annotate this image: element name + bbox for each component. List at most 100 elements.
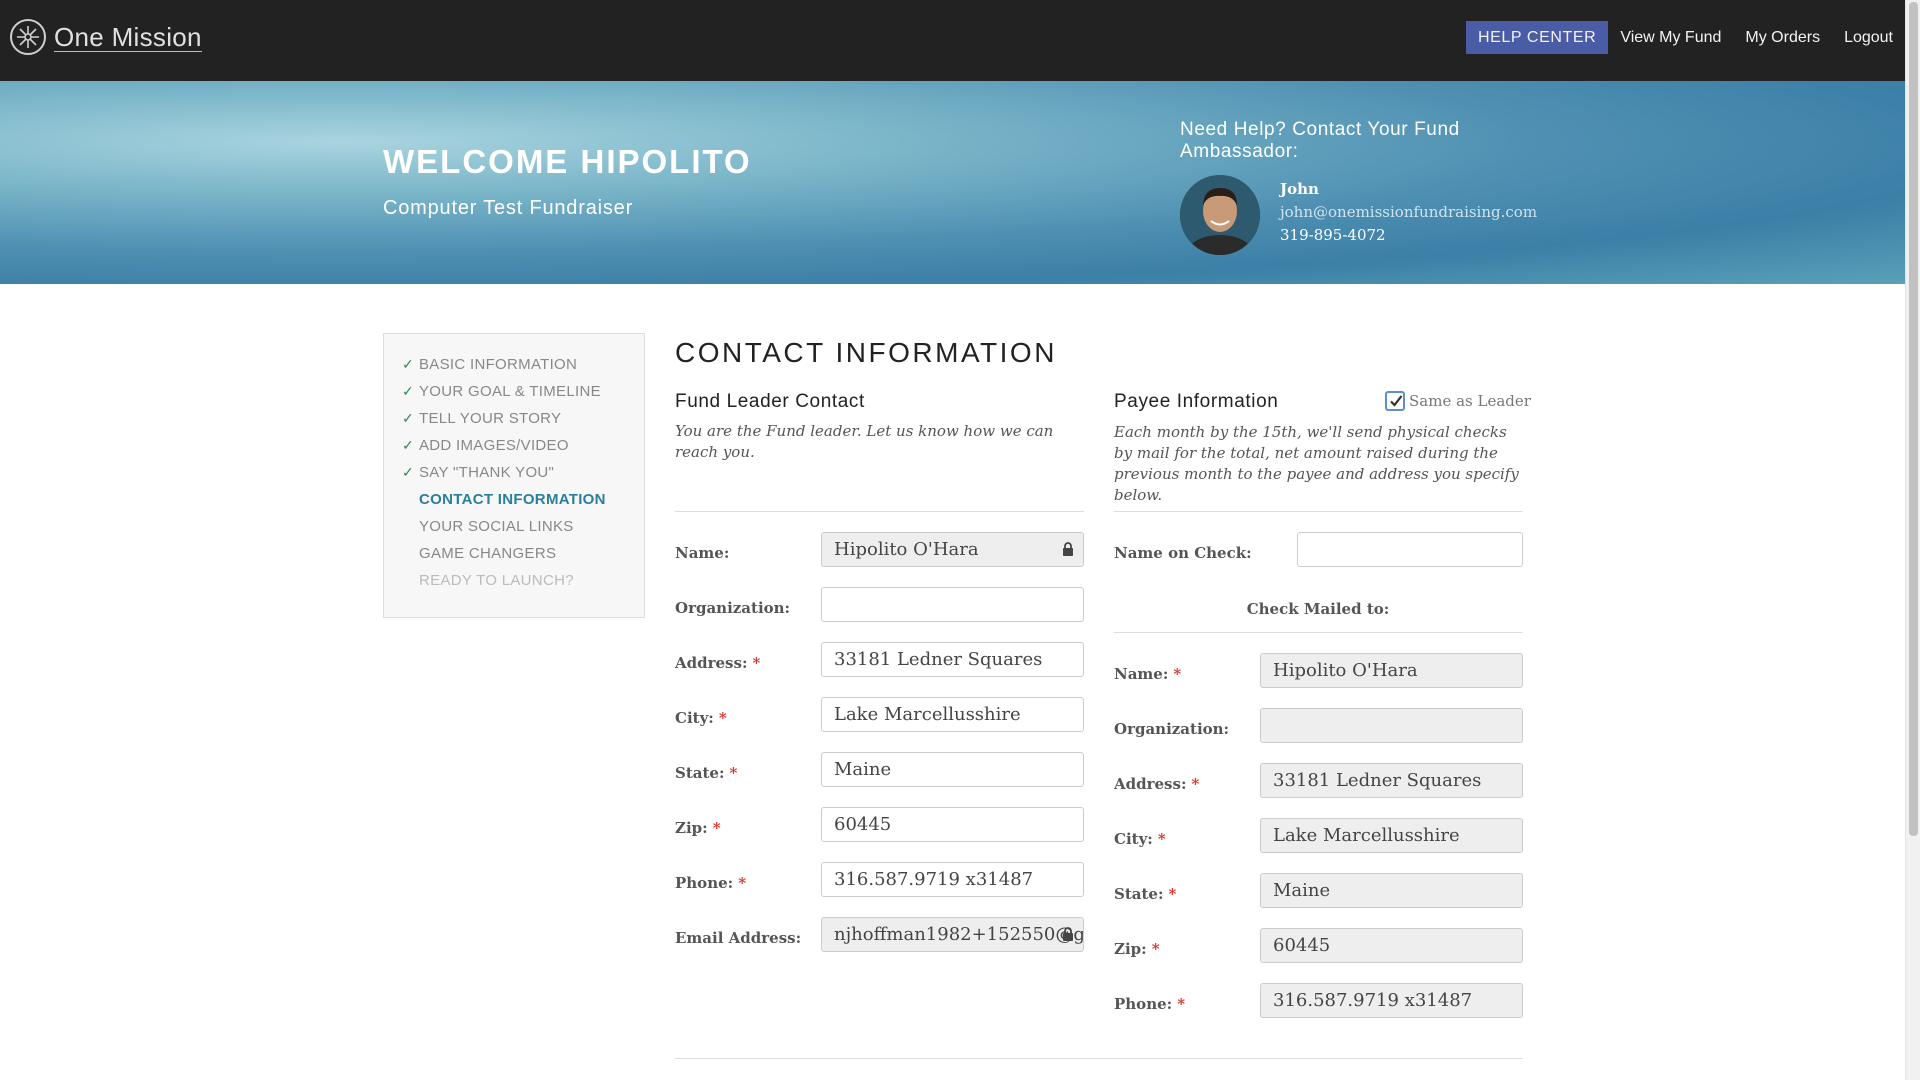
required-marker: * [1157, 830, 1166, 848]
payee-address-label: Address: * [1114, 775, 1200, 793]
payee-city-input[interactable]: Lake Marcellusshire [1260, 818, 1523, 853]
fundraiser-name: Computer Test Fundraiser [383, 197, 634, 219]
step-label: YOUR GOAL & TIMELINE [419, 383, 601, 400]
required-marker: * [1173, 665, 1182, 683]
leader-email-value: njhoffman1982+152550@gmail.com [834, 924, 1084, 945]
step-contact-information[interactable]: CONTACT INFORMATION [384, 491, 644, 518]
step-say-thank-you[interactable]: ✓ SAY "THANK YOU" [384, 464, 644, 491]
name-on-check-label: Name on Check: [1114, 544, 1252, 562]
divider [1114, 511, 1523, 512]
payee-information-title: Payee Information [1114, 391, 1279, 412]
welcome-banner: WELCOME HIPOLITO Computer Test Fundraise… [0, 81, 1905, 284]
help-center-button[interactable]: HELP CENTER [1465, 21, 1609, 54]
leader-address-label: Address: * [675, 654, 761, 672]
leader-zip-input[interactable]: 60445 [821, 807, 1084, 842]
brand-name: One Mission [54, 21, 202, 52]
payee-zip-label: Zip: * [1114, 940, 1160, 958]
step-label: READY TO LAUNCH? [419, 572, 574, 589]
leader-name-value: Hipolito O'Hara [834, 539, 979, 560]
name-on-check-input[interactable] [1297, 532, 1523, 567]
setup-steps-sidebar: ✓ BASIC INFORMATION ✓ YOUR GOAL & TIMELINE… [383, 333, 645, 618]
check-icon: ✓ [402, 464, 415, 480]
required-marker: * [1151, 940, 1160, 958]
payee-name-input[interactable]: Hipolito O'Hara [1260, 653, 1523, 688]
step-game-changers[interactable]: GAME CHANGERS [384, 545, 644, 572]
divider [675, 1058, 1523, 1059]
leader-phone-label: Phone: * [675, 874, 747, 892]
leader-phone-input[interactable]: 316.587.9719 x31487 [821, 862, 1084, 897]
leader-state-select[interactable]: Maine [821, 752, 1084, 787]
leader-city-label: City: * [675, 709, 727, 727]
payee-zip-input[interactable]: 60445 [1260, 928, 1523, 963]
step-label: SAY "THANK YOU" [419, 464, 555, 481]
lock-icon [1063, 927, 1073, 941]
payee-description: Each month by the 15th, we'll send physi… [1114, 423, 1519, 504]
payee-phone-label: Phone: * [1114, 995, 1186, 1013]
same-as-leader-label: Same as Leader [1409, 392, 1531, 410]
required-marker: * [729, 764, 738, 782]
step-ready-to-launch: READY TO LAUNCH? [384, 572, 644, 599]
view-my-fund-link[interactable]: View My Fund [1608, 21, 1733, 54]
step-social-links[interactable]: YOUR SOCIAL LINKS [384, 518, 644, 545]
leader-name-input: Hipolito O'Hara [821, 532, 1084, 567]
divider [675, 511, 1084, 512]
step-label: TELL YOUR STORY [419, 410, 562, 427]
leader-city-input[interactable]: Lake Marcellusshire [821, 697, 1084, 732]
ambassador-phone: 319-895-4072 [1280, 226, 1386, 244]
leader-email-label: Email Address: [675, 929, 802, 947]
check-icon: ✓ [402, 383, 415, 399]
step-label: CONTACT INFORMATION [419, 491, 606, 508]
payee-state-select[interactable]: Maine [1260, 873, 1523, 908]
check-icon [1390, 395, 1403, 407]
check-icon: ✓ [402, 437, 415, 453]
ambassador-help-title: Need Help? Contact Your Fund Ambassador: [1180, 119, 1460, 162]
leader-organization-label: Organization: [675, 599, 791, 617]
check-icon: ✓ [402, 356, 415, 372]
payee-state-label: State: * [1114, 885, 1177, 903]
step-tell-your-story[interactable]: ✓ TELL YOUR STORY [384, 410, 644, 437]
fund-leader-description: You are the Fund leader. Let us know how… [675, 422, 1054, 461]
payee-organization-input[interactable] [1260, 708, 1523, 743]
page-scrollbar[interactable] [1905, 0, 1920, 1080]
step-label: ADD IMAGES/VIDEO [419, 437, 569, 454]
logout-link[interactable]: Logout [1832, 21, 1905, 54]
step-goal-timeline[interactable]: ✓ YOUR GOAL & TIMELINE [384, 383, 644, 410]
check-icon: ✓ [402, 410, 415, 426]
my-orders-link[interactable]: My Orders [1733, 21, 1832, 54]
step-label: BASIC INFORMATION [419, 356, 578, 373]
payee-city-label: City: * [1114, 830, 1166, 848]
step-label: GAME CHANGERS [419, 545, 557, 562]
required-marker: * [1177, 995, 1186, 1013]
logo-icon [10, 19, 46, 55]
leader-zip-label: Zip: * [675, 819, 721, 837]
leader-address-input[interactable]: 33181 Ledner Squares [821, 642, 1084, 677]
lock-icon [1063, 542, 1073, 556]
check-mailed-to-heading: Check Mailed to: [1246, 600, 1390, 618]
payee-phone-input[interactable]: 316.587.9719 x31487 [1260, 983, 1523, 1018]
payee-name-label: Name: * [1114, 665, 1182, 683]
top-navbar: One Mission HELP CENTER View My Fund My … [0, 0, 1905, 81]
scrollbar-thumb[interactable] [1909, 2, 1918, 836]
brand-logo[interactable]: One Mission [10, 17, 202, 57]
ambassador-avatar [1180, 175, 1260, 255]
step-add-images-video[interactable]: ✓ ADD IMAGES/VIDEO [384, 437, 644, 464]
payee-address-input[interactable]: 33181 Ledner Squares [1260, 763, 1523, 798]
same-as-leader-checkbox[interactable] [1385, 391, 1405, 411]
payee-organization-label: Organization: [1114, 720, 1230, 738]
required-marker: * [738, 874, 747, 892]
required-marker: * [1191, 775, 1200, 793]
leader-organization-input[interactable] [821, 587, 1084, 622]
step-basic-information[interactable]: ✓ BASIC INFORMATION [384, 356, 644, 383]
welcome-heading: WELCOME HIPOLITO [383, 143, 752, 180]
required-marker: * [712, 819, 721, 837]
top-nav: HELP CENTER View My Fund My Orders Logou… [1465, 21, 1905, 54]
leader-email-input: njhoffman1982+152550@gmail.com [821, 917, 1084, 952]
step-label: YOUR SOCIAL LINKS [419, 518, 574, 535]
page-title: CONTACT INFORMATION [675, 337, 1057, 368]
required-marker: * [1168, 885, 1177, 903]
fund-leader-title: Fund Leader Contact [675, 391, 865, 412]
ambassador-email-link[interactable]: john@onemissionfundraising.com [1280, 203, 1537, 221]
divider [1114, 632, 1523, 633]
same-as-leader-toggle[interactable]: Same as Leader [1385, 391, 1531, 411]
leader-state-label: State: * [675, 764, 738, 782]
